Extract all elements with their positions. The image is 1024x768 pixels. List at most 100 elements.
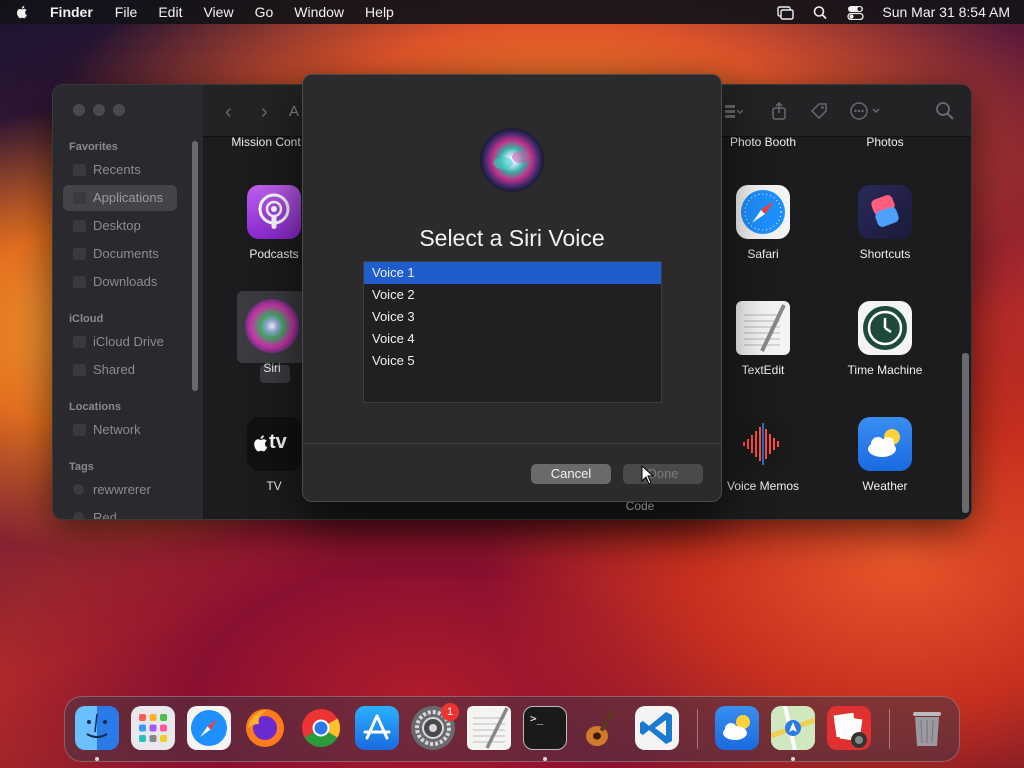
- app-label: Voice Memos: [726, 479, 800, 493]
- clock-icon: [73, 164, 86, 176]
- menu-go[interactable]: Go: [255, 4, 274, 20]
- app-label: TV: [266, 479, 282, 493]
- sidebar-item-desktop[interactable]: Desktop: [63, 213, 177, 239]
- sidebar-item-network[interactable]: Network: [63, 417, 177, 443]
- menu-help[interactable]: Help: [365, 4, 394, 20]
- dock-safari-icon[interactable]: [187, 706, 231, 750]
- group-by-icon[interactable]: [723, 101, 743, 121]
- dock-photo-booth-icon[interactable]: [827, 706, 871, 750]
- app-textedit[interactable]: TextEdit: [708, 301, 818, 377]
- dock: 1 >_: [64, 696, 960, 762]
- sidebar-section-locations: Locations: [69, 401, 121, 413]
- sidebar-item-tag-rewwrerer[interactable]: rewwrerer: [63, 477, 177, 503]
- app-label: Podcasts: [249, 247, 299, 261]
- dialog-title: Select a Siri Voice: [419, 225, 605, 251]
- sidebar-item-label: Red: [93, 510, 117, 520]
- dock-firefox-icon[interactable]: [243, 706, 287, 750]
- dock-launchpad-icon[interactable]: [131, 706, 175, 750]
- voice-option-2[interactable]: Voice 2: [364, 284, 661, 306]
- app-safari[interactable]: Safari: [708, 185, 818, 261]
- sidebar-item-label: Shared: [93, 362, 135, 377]
- app-label: Time Machine: [847, 363, 923, 377]
- sidebar-item-documents[interactable]: Documents: [63, 241, 177, 267]
- tag-dot-icon: [73, 484, 84, 495]
- sidebar-item-label: Applications: [93, 190, 164, 205]
- dock-terminal-icon[interactable]: >_: [523, 706, 567, 750]
- sidebar-section-favorites: Favorites: [69, 141, 118, 153]
- voice-option-5[interactable]: Voice 5: [364, 350, 661, 372]
- menu-view[interactable]: View: [203, 4, 233, 20]
- sidebar-item-icloud-drive[interactable]: iCloud Drive: [63, 329, 177, 355]
- menu-bar: Finder File Edit View Go Window Help Sun…: [0, 0, 1024, 24]
- sidebar-item-label: Documents: [93, 246, 159, 261]
- cancel-button[interactable]: Cancel: [531, 464, 611, 484]
- forward-button[interactable]: ›: [261, 101, 268, 124]
- voice-option-4[interactable]: Voice 4: [364, 328, 661, 350]
- menu-clock[interactable]: Sun Mar 31 8:54 AM: [882, 4, 1010, 20]
- app-label-photos[interactable]: Photos: [830, 135, 940, 149]
- spotlight-search-icon[interactable]: [812, 5, 829, 20]
- tag-icon[interactable]: [809, 101, 829, 121]
- control-center-icon[interactable]: [847, 5, 865, 20]
- terminal-prompt: >_: [530, 712, 544, 725]
- weather-cloud-sun-icon: [858, 417, 912, 471]
- download-icon: [73, 276, 86, 288]
- sidebar-scrollbar[interactable]: [192, 141, 198, 391]
- desktop-icon: [73, 220, 86, 232]
- menu-window[interactable]: Window: [294, 4, 344, 20]
- sidebar-item-label: iCloud Drive: [93, 334, 164, 349]
- more-actions-icon[interactable]: [849, 101, 885, 121]
- voice-option-3[interactable]: Voice 3: [364, 306, 661, 328]
- dock-vscode-icon[interactable]: [635, 706, 679, 750]
- shortcuts-icon: [858, 185, 912, 239]
- menu-file[interactable]: File: [115, 4, 138, 20]
- dock-maps-icon[interactable]: [771, 706, 815, 750]
- close-window-button[interactable]: [73, 104, 85, 116]
- app-shortcuts[interactable]: Shortcuts: [830, 185, 940, 261]
- back-button[interactable]: ‹: [225, 101, 232, 124]
- sidebar-item-tag-red[interactable]: Red: [63, 505, 177, 520]
- dock-garageband-guitar-icon[interactable]: [579, 706, 623, 750]
- app-weather[interactable]: Weather: [830, 417, 940, 493]
- voice-list[interactable]: Voice 1 Voice 2 Voice 3 Voice 4 Voice 5: [363, 261, 662, 403]
- sidebar-item-label: rewwrerer: [93, 482, 151, 497]
- sidebar-item-downloads[interactable]: Downloads: [63, 269, 177, 295]
- sidebar-item-label: Recents: [93, 162, 141, 177]
- dock-textedit-icon[interactable]: [467, 706, 511, 750]
- app-time-machine[interactable]: Time Machine: [830, 301, 940, 377]
- dock-finder-icon[interactable]: [75, 706, 119, 750]
- sidebar-item-label: Desktop: [93, 218, 141, 233]
- apple-icon[interactable]: [14, 4, 30, 20]
- app-label: Safari: [747, 247, 779, 261]
- share-icon[interactable]: [769, 101, 789, 121]
- menu-edit[interactable]: Edit: [158, 4, 182, 20]
- textedit-icon: [736, 301, 790, 355]
- done-button[interactable]: Done: [623, 464, 703, 484]
- running-indicator: [95, 757, 99, 761]
- sidebar-item-shared[interactable]: Shared: [63, 357, 177, 383]
- time-machine-icon: [858, 301, 912, 355]
- podcasts-icon: [247, 185, 301, 239]
- dock-chrome-icon[interactable]: [299, 706, 343, 750]
- voice-option-1[interactable]: Voice 1: [364, 262, 661, 284]
- app-voice-memos[interactable]: Voice Memos: [708, 417, 818, 493]
- window-controls: [73, 104, 125, 116]
- finder-sidebar: Favorites Recents Applications Desktop D…: [53, 85, 203, 519]
- search-icon[interactable]: [935, 101, 955, 121]
- sidebar-item-recents[interactable]: Recents: [63, 157, 177, 183]
- sidebar-item-applications[interactable]: Applications: [63, 185, 177, 211]
- dock-weather-icon[interactable]: [715, 706, 759, 750]
- minimize-window-button[interactable]: [93, 104, 105, 116]
- app-label-photo-booth[interactable]: Photo Booth: [708, 135, 818, 149]
- path-title: A: [289, 103, 300, 120]
- screen-mirroring-icon[interactable]: [777, 5, 795, 20]
- globe-icon: [73, 424, 86, 436]
- zoom-window-button[interactable]: [113, 104, 125, 116]
- document-icon: [73, 248, 86, 260]
- menu-app-name[interactable]: Finder: [50, 4, 93, 20]
- dock-app-store-icon[interactable]: [355, 706, 399, 750]
- mouse-pointer-icon: [641, 465, 655, 485]
- content-scrollbar[interactable]: [962, 353, 969, 513]
- dock-separator: [697, 709, 698, 749]
- dock-trash-icon[interactable]: [905, 706, 949, 750]
